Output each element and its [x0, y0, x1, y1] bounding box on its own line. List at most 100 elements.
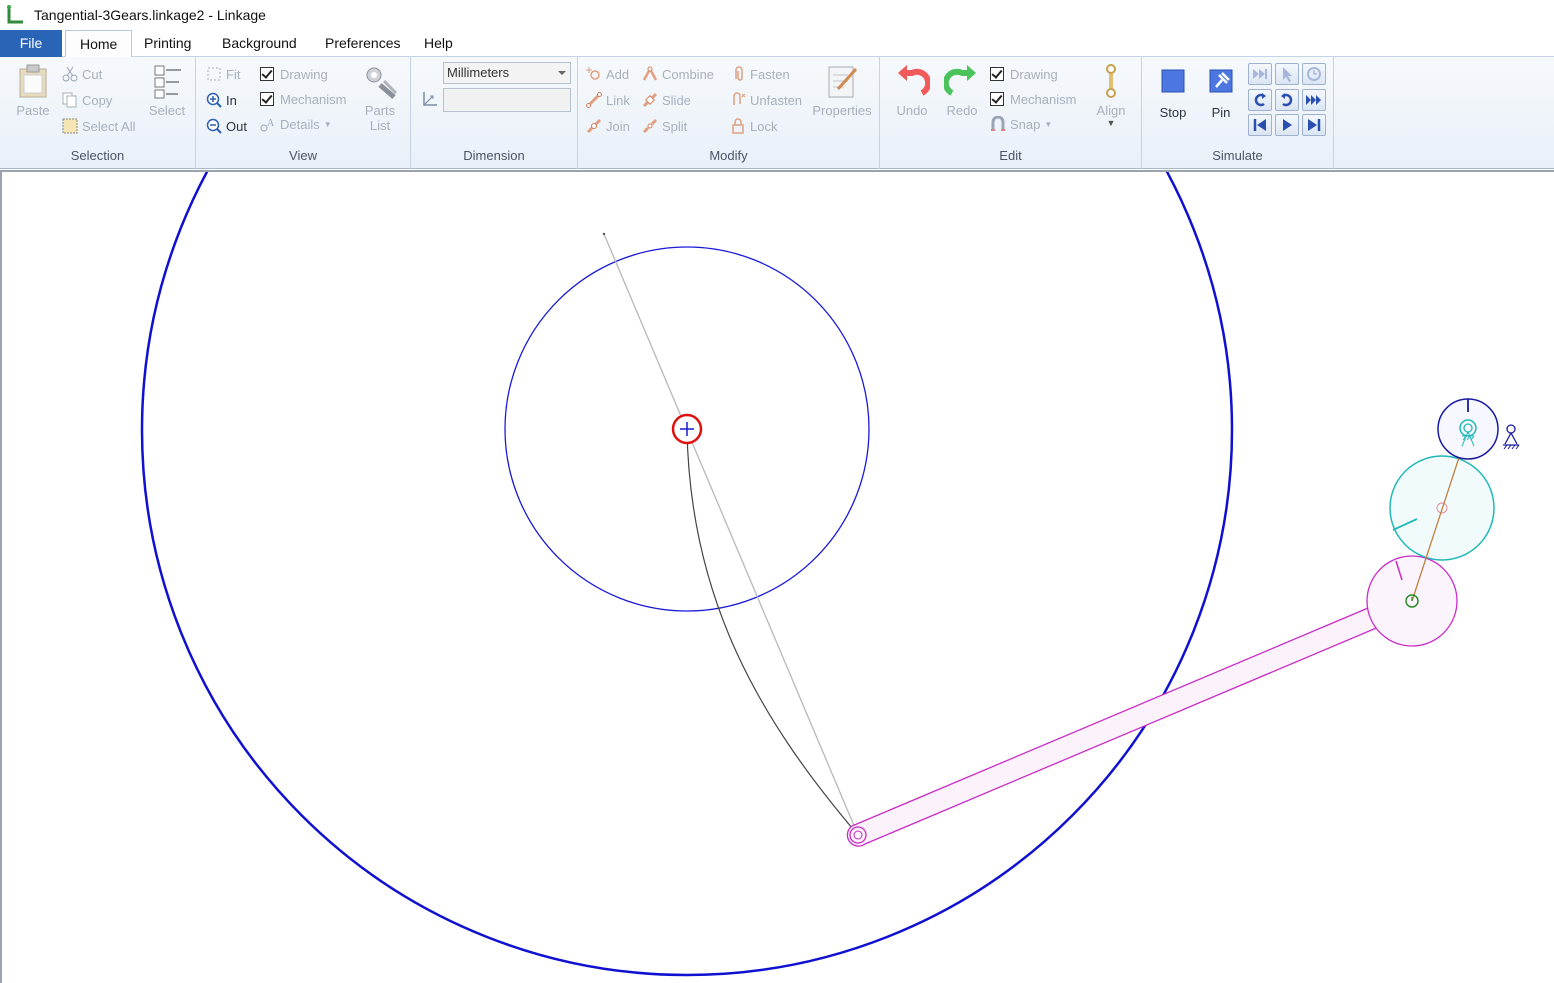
snap-label: Snap	[1010, 116, 1041, 132]
tab-file[interactable]: File	[0, 30, 62, 57]
edit-drawing-checkbox[interactable]: Drawing	[990, 63, 1058, 85]
units-chevron-down-icon	[558, 71, 566, 75]
fasten-button[interactable]: Fasten	[730, 63, 790, 85]
lock-icon	[730, 118, 746, 134]
tab-background[interactable]: Background	[208, 30, 311, 57]
step-back-button[interactable]	[1248, 114, 1272, 136]
tab-preferences[interactable]: Preferences	[311, 30, 414, 57]
view-drawing-checkbox[interactable]: Drawing	[260, 63, 328, 85]
details-icon: A	[260, 116, 276, 132]
dimension-axis-icon	[421, 90, 439, 108]
fast-forward-all-button[interactable]	[1248, 63, 1272, 85]
view-drawing-check[interactable]	[260, 67, 274, 81]
paste-button[interactable]: Paste	[12, 63, 54, 118]
units-value: Millimeters	[447, 65, 510, 80]
play-button[interactable]	[1275, 114, 1299, 136]
tab-help[interactable]: Help	[410, 30, 467, 57]
view-mechanism-label: Mechanism	[280, 91, 347, 107]
tab-home[interactable]: Home	[65, 30, 133, 58]
details-label: Details	[280, 116, 320, 132]
select-all-button[interactable]: Select All	[62, 115, 135, 137]
group-selection: Paste Cut Copy Select All Select Selecti…	[0, 57, 196, 169]
properties-icon	[824, 63, 860, 99]
select-label: Select	[148, 103, 186, 118]
dimension-group-label: Dimension	[463, 148, 525, 163]
selected-center-anchor[interactable]	[671, 413, 703, 445]
redo-label: Redo	[946, 103, 978, 118]
paperclip-icon	[730, 66, 746, 82]
guide-line	[603, 233, 859, 836]
select-button[interactable]: Select	[146, 63, 188, 118]
redo-button[interactable]: Redo	[940, 63, 984, 118]
copy-label: Copy	[82, 92, 113, 108]
skip-forward-icon	[1308, 119, 1321, 131]
zoom-out-button[interactable]: Out	[206, 115, 247, 137]
clipboard-icon	[15, 63, 51, 99]
step-forward-button[interactable]	[1302, 114, 1326, 136]
dimension-value-input[interactable]	[443, 88, 571, 112]
rotate-cw-button[interactable]	[1275, 89, 1299, 111]
add-button[interactable]: Add	[586, 63, 629, 85]
edit-mechanism-checkbox[interactable]: Mechanism	[990, 88, 1076, 110]
zoom-fit-button[interactable]: Fit	[206, 63, 240, 85]
zoom-in-label: In	[226, 92, 237, 108]
details-chevron-down-icon: ▼	[323, 119, 332, 129]
pin-button[interactable]: Pin	[1200, 65, 1242, 120]
units-dropdown[interactable]: Millimeters	[443, 62, 571, 84]
undo-button[interactable]: Undo	[890, 63, 934, 118]
stop-label: Stop	[1159, 105, 1187, 120]
cut-button[interactable]: Cut	[62, 63, 102, 85]
snap-chevron-down-icon: ▼	[1044, 119, 1053, 129]
cursor-arrow-icon	[1283, 67, 1292, 82]
timer-button[interactable]	[1302, 63, 1326, 85]
properties-button[interactable]: Properties	[810, 63, 874, 118]
scissors-icon	[62, 66, 78, 82]
group-edit: Undo Redo Drawing Mechanism Snap ▼ Align…	[880, 57, 1142, 169]
join-button[interactable]: Join	[586, 115, 630, 137]
details-dropdown[interactable]: A Details ▼	[260, 113, 332, 135]
unfasten-button[interactable]: Unfasten	[730, 89, 802, 111]
align-icon	[1093, 63, 1129, 99]
slide-button[interactable]: Slide	[642, 89, 691, 111]
edit-mechanism-label: Mechanism	[1010, 91, 1077, 107]
pointer-mode-button[interactable]	[1275, 63, 1299, 85]
snap-dropdown[interactable]: Snap ▼	[990, 113, 1052, 135]
paste-label: Paste	[16, 103, 50, 118]
undo-label: Undo	[896, 103, 928, 118]
fit-icon	[206, 66, 222, 82]
rotate-ccw-button[interactable]	[1248, 89, 1272, 111]
align-chevron-down-icon: ▼	[1106, 118, 1116, 128]
stop-button[interactable]: Stop	[1152, 65, 1194, 120]
parts-list-label: Parts List	[364, 103, 396, 133]
add-connector-icon	[586, 66, 602, 82]
combine-icon	[642, 66, 658, 82]
stop-square-icon	[1155, 65, 1191, 101]
edit-mechanism-check[interactable]	[990, 92, 1004, 106]
modify-group-label: Modify	[709, 148, 748, 163]
clock-icon	[1307, 67, 1321, 81]
run-fast-button[interactable]	[1302, 89, 1326, 111]
split-button[interactable]: Split	[642, 115, 687, 137]
tab-printing[interactable]: Printing	[130, 30, 205, 57]
rotate-left-icon	[1254, 93, 1266, 107]
window-title: Tangential-3Gears.linkage2 - Linkage	[34, 7, 266, 23]
canvas-drawing[interactable]	[2, 172, 1554, 983]
large-gear-circle[interactable]	[140, 172, 1234, 977]
pin-label: Pin	[1211, 105, 1231, 120]
copy-button[interactable]: Copy	[62, 89, 112, 111]
link-button[interactable]: Link	[586, 89, 630, 111]
guide-line-end-point	[602, 232, 606, 236]
linkage-app-window: Tangential-3Gears.linkage2 - Linkage Fil…	[0, 0, 1554, 983]
linkage-app-icon	[4, 4, 26, 26]
align-button[interactable]: Align ▼	[1088, 63, 1134, 128]
view-mechanism-check[interactable]	[260, 92, 274, 106]
view-mechanism-checkbox[interactable]: Mechanism	[260, 88, 346, 110]
magenta-link[interactable]	[846, 589, 1425, 847]
combine-button[interactable]: Combine	[642, 63, 714, 85]
zoom-in-button[interactable]: In	[206, 89, 237, 111]
undo-arrow-icon	[894, 63, 932, 99]
lock-button[interactable]: Lock	[730, 115, 777, 137]
edit-drawing-check[interactable]	[990, 67, 1004, 81]
parts-list-button[interactable]: Parts List	[356, 63, 404, 133]
mechanism-canvas[interactable]	[0, 170, 1554, 983]
